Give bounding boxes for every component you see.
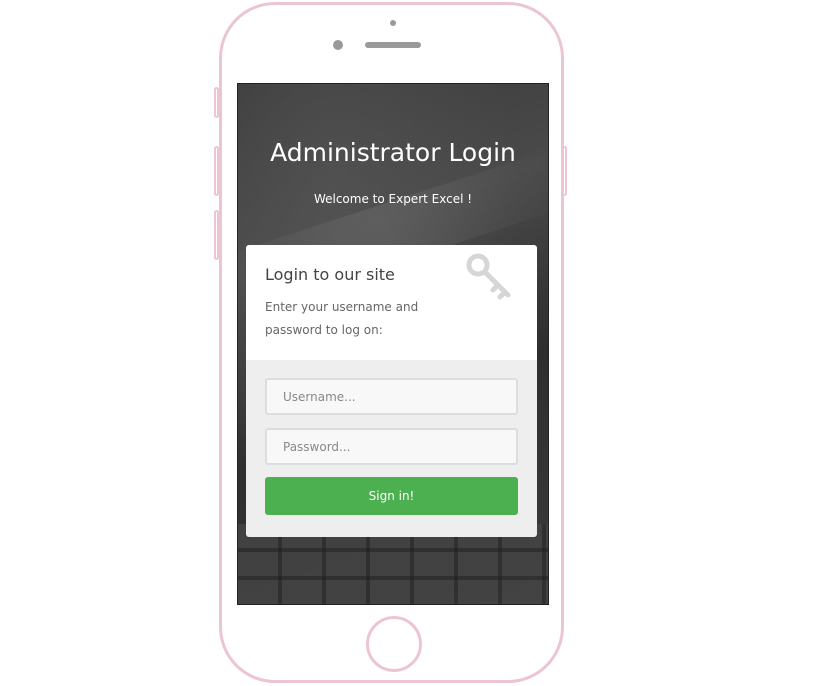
phone-home-button bbox=[366, 616, 422, 672]
page-title: Administrator Login bbox=[270, 138, 516, 167]
login-card-description: Enter your username and password to log … bbox=[265, 300, 419, 337]
login-card: Login to our site Enter your username an… bbox=[246, 245, 537, 537]
phone-speaker bbox=[365, 42, 421, 48]
login-card-heading: Login to our site bbox=[265, 265, 395, 284]
phone-screen: Administrator Login Welcome to Expert Ex… bbox=[237, 83, 549, 605]
username-input[interactable] bbox=[265, 378, 518, 415]
page-subtitle: Welcome to Expert Excel ! bbox=[313, 192, 473, 206]
login-form: Sign in! bbox=[246, 360, 537, 537]
phone-front-camera bbox=[333, 40, 343, 50]
login-card-header: Login to our site Enter your username an… bbox=[246, 245, 537, 360]
key-icon bbox=[466, 253, 511, 300]
phone-sensor bbox=[390, 20, 396, 26]
password-input[interactable] bbox=[265, 428, 518, 465]
page: Administrator Login Welcome to Expert Ex… bbox=[0, 0, 819, 686]
sign-in-button[interactable]: Sign in! bbox=[265, 477, 518, 515]
